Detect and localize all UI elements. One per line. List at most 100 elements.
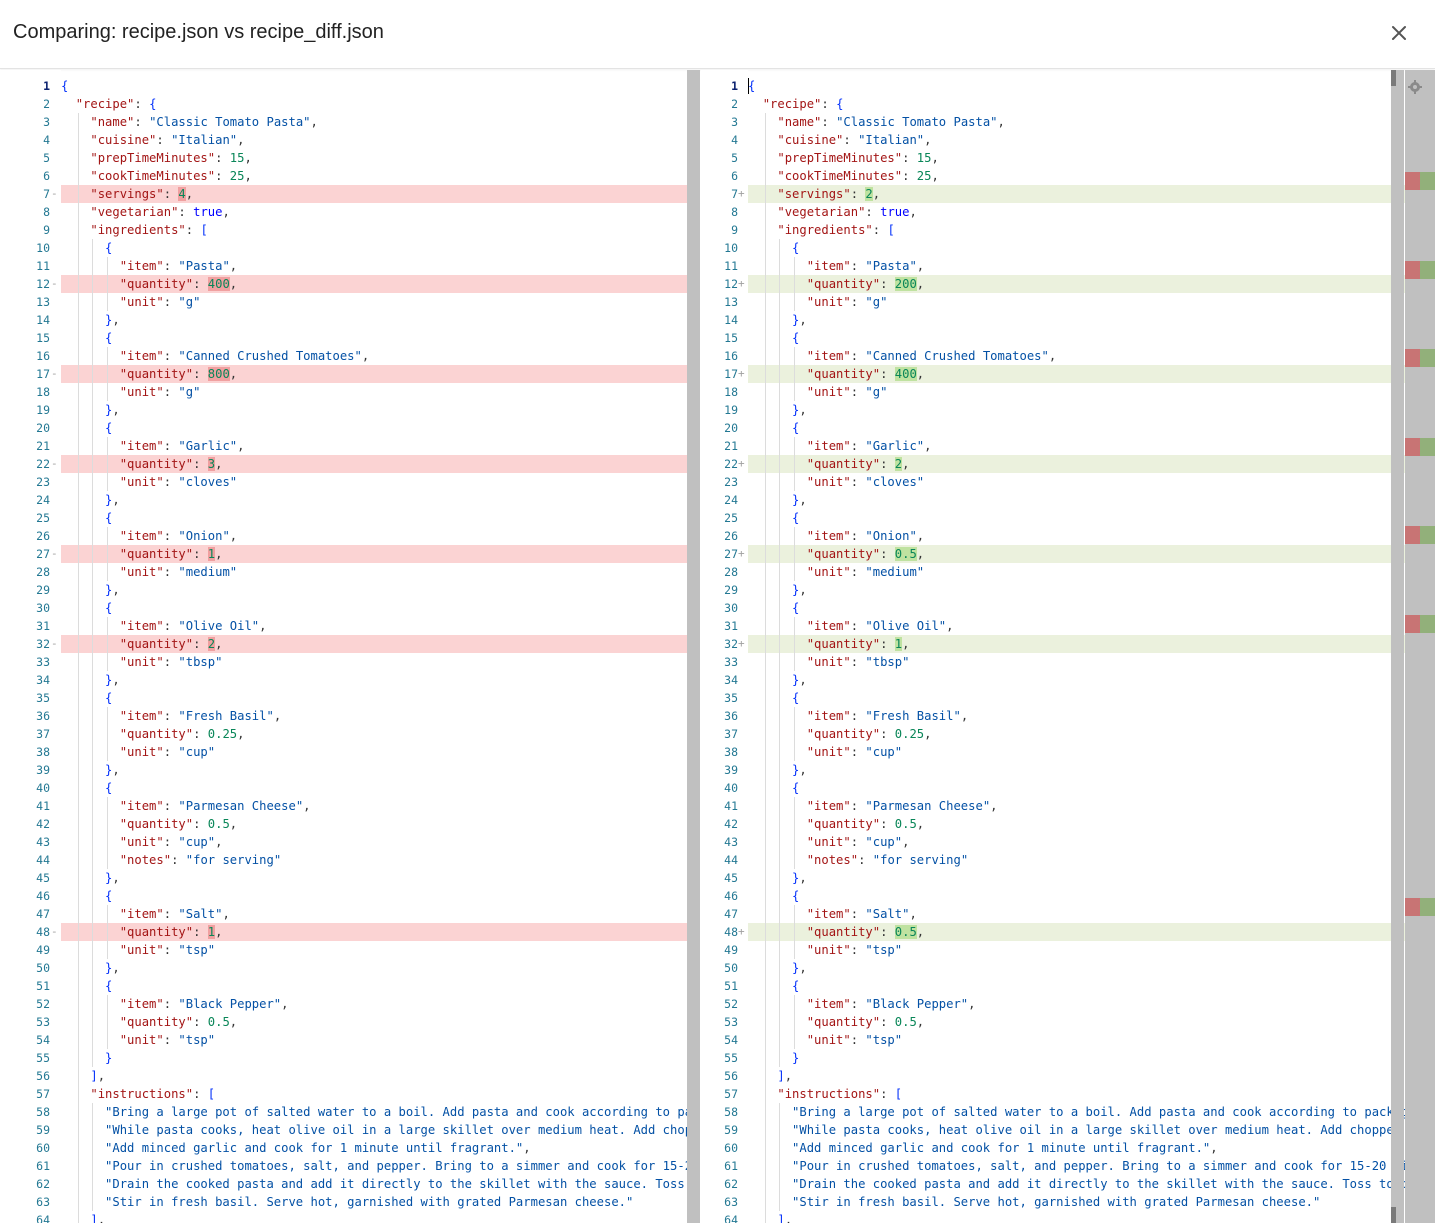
code-line[interactable]: "quantity": 3, [61, 455, 700, 473]
code-line[interactable]: "quantity": 0.5, [748, 815, 1405, 833]
code-line[interactable]: "item": "Onion", [61, 527, 700, 545]
code-line[interactable]: "quantity": 0.5, [748, 545, 1405, 563]
code-line[interactable]: "unit": "tsp" [748, 1031, 1405, 1049]
code-line[interactable]: }, [748, 959, 1405, 977]
right-scrollbar[interactable] [1391, 70, 1404, 1223]
code-line[interactable]: "quantity": 1, [61, 923, 700, 941]
ruler-added-mark[interactable] [1420, 437, 1435, 456]
code-line[interactable]: "vegetarian": true, [61, 203, 700, 221]
code-line[interactable]: "name": "Classic Tomato Pasta", [61, 113, 700, 131]
code-line[interactable]: "cookTimeMinutes": 25, [61, 167, 700, 185]
code-line[interactable]: { [748, 509, 1405, 527]
code-line[interactable]: }, [748, 671, 1405, 689]
ruler-removed-mark[interactable] [1405, 897, 1420, 916]
code-line[interactable]: "quantity": 0.25, [748, 725, 1405, 743]
code-line[interactable]: "instructions": [ [748, 1085, 1405, 1103]
code-line[interactable]: "unit": "tsp" [61, 1031, 700, 1049]
left-scrollbar[interactable] [687, 70, 700, 1223]
code-line[interactable]: { [61, 329, 700, 347]
code-line[interactable]: "vegetarian": true, [748, 203, 1405, 221]
code-line[interactable]: "Pour in crushed tomatoes, salt, and pep… [61, 1157, 700, 1175]
code-line[interactable]: "Add minced garlic and cook for 1 minute… [61, 1139, 700, 1157]
code-line[interactable]: { [748, 419, 1405, 437]
code-line[interactable]: "quantity": 2, [748, 455, 1405, 473]
code-line[interactable]: ], [61, 1211, 700, 1223]
code-line[interactable]: "unit": "g" [61, 383, 700, 401]
diff-overview-ruler[interactable] [1405, 70, 1435, 1223]
code-line[interactable]: }, [748, 491, 1405, 509]
code-line[interactable]: "unit": "tbsp" [61, 653, 700, 671]
code-line[interactable]: "prepTimeMinutes": 15, [748, 149, 1405, 167]
code-line[interactable]: { [748, 599, 1405, 617]
code-line[interactable]: "prepTimeMinutes": 15, [61, 149, 700, 167]
ruler-added-mark[interactable] [1420, 260, 1435, 279]
code-line[interactable]: "ingredients": [ [61, 221, 700, 239]
code-line[interactable]: "quantity": 2, [61, 635, 700, 653]
code-line[interactable]: "item": "Garlic", [61, 437, 700, 455]
code-line[interactable]: "recipe": { [748, 95, 1405, 113]
code-line[interactable]: "item": "Canned Crushed Tomatoes", [61, 347, 700, 365]
code-line[interactable]: { [61, 77, 700, 95]
code-line[interactable]: { [748, 77, 1405, 95]
code-line[interactable]: { [61, 977, 700, 995]
code-line[interactable]: } [748, 1049, 1405, 1067]
code-line[interactable]: "item": "Salt", [61, 905, 700, 923]
code-line[interactable]: "While pasta cooks, heat olive oil in a … [748, 1121, 1405, 1139]
code-line[interactable]: "item": "Olive Oil", [61, 617, 700, 635]
code-line[interactable]: "item": "Onion", [748, 527, 1405, 545]
code-line[interactable]: }, [61, 869, 700, 887]
code-line[interactable]: "notes": "for serving" [748, 851, 1405, 869]
code-line[interactable]: "unit": "cup", [748, 833, 1405, 851]
code-line[interactable]: }, [61, 311, 700, 329]
code-line[interactable]: "quantity": 0.5, [748, 1013, 1405, 1031]
code-line[interactable]: { [61, 509, 700, 527]
code-line[interactable]: "quantity": 200, [748, 275, 1405, 293]
code-line[interactable]: "unit": "cloves" [748, 473, 1405, 491]
code-line[interactable]: }, [748, 581, 1405, 599]
code-line[interactable]: "item": "Garlic", [748, 437, 1405, 455]
right-scrollbar-thumb-bottom[interactable] [1391, 1207, 1396, 1223]
code-line[interactable]: "unit": "medium" [748, 563, 1405, 581]
code-line[interactable]: }, [748, 761, 1405, 779]
right-code-area[interactable]: { "recipe": { "name": "Classic Tomato Pa… [748, 70, 1405, 1223]
code-line[interactable]: "cuisine": "Italian", [61, 131, 700, 149]
code-line[interactable]: "quantity": 0.5, [61, 1013, 700, 1031]
ruler-removed-mark[interactable] [1405, 526, 1420, 544]
right-diff-editor[interactable]: 1 2 3 4 5 6 7 +8 9 10 11 12 +13 14 15 16 17 +18 19 20 21 22 +2… [701, 70, 1405, 1223]
code-line[interactable]: "unit": "cup", [61, 833, 700, 851]
ruler-added-mark[interactable] [1420, 526, 1435, 544]
code-line[interactable]: ], [748, 1211, 1405, 1223]
code-line[interactable]: "quantity": 800, [61, 365, 700, 383]
code-line[interactable]: { [748, 329, 1405, 347]
ruler-removed-mark[interactable] [1405, 614, 1420, 633]
code-line[interactable]: "servings": 2, [748, 185, 1405, 203]
code-line[interactable]: "unit": "g" [748, 293, 1405, 311]
code-line[interactable]: "item": "Canned Crushed Tomatoes", [748, 347, 1405, 365]
code-line[interactable]: "Bring a large pot of salted water to a … [748, 1103, 1405, 1121]
ruler-added-mark[interactable] [1420, 349, 1435, 367]
ruler-added-mark[interactable] [1420, 614, 1435, 633]
code-line[interactable]: }, [61, 671, 700, 689]
code-line[interactable]: }, [61, 491, 700, 509]
ruler-added-mark[interactable] [1420, 172, 1435, 190]
code-line[interactable]: }, [748, 869, 1405, 887]
code-line[interactable]: "unit": "cup" [61, 743, 700, 761]
code-line[interactable]: } [61, 1049, 700, 1067]
code-line[interactable]: { [61, 689, 700, 707]
code-line[interactable]: { [61, 779, 700, 797]
code-line[interactable]: { [748, 689, 1405, 707]
code-line[interactable]: "unit": "g" [61, 293, 700, 311]
code-line[interactable]: "item": "Pasta", [61, 257, 700, 275]
code-line[interactable]: "unit": "tsp" [61, 941, 700, 959]
code-line[interactable]: "Drain the cooked pasta and add it direc… [61, 1175, 700, 1193]
code-line[interactable]: "quantity": 400, [748, 365, 1405, 383]
code-line[interactable]: { [61, 419, 700, 437]
code-line[interactable]: "Drain the cooked pasta and add it direc… [748, 1175, 1405, 1193]
code-line[interactable]: { [61, 887, 700, 905]
code-line[interactable]: "item": "Pasta", [748, 257, 1405, 275]
ruler-removed-mark[interactable] [1405, 260, 1420, 279]
code-line[interactable]: "cuisine": "Italian", [748, 131, 1405, 149]
code-line[interactable]: "quantity": 0.5, [61, 815, 700, 833]
code-line[interactable]: "quantity": 0.25, [61, 725, 700, 743]
code-line[interactable]: "cookTimeMinutes": 25, [748, 167, 1405, 185]
